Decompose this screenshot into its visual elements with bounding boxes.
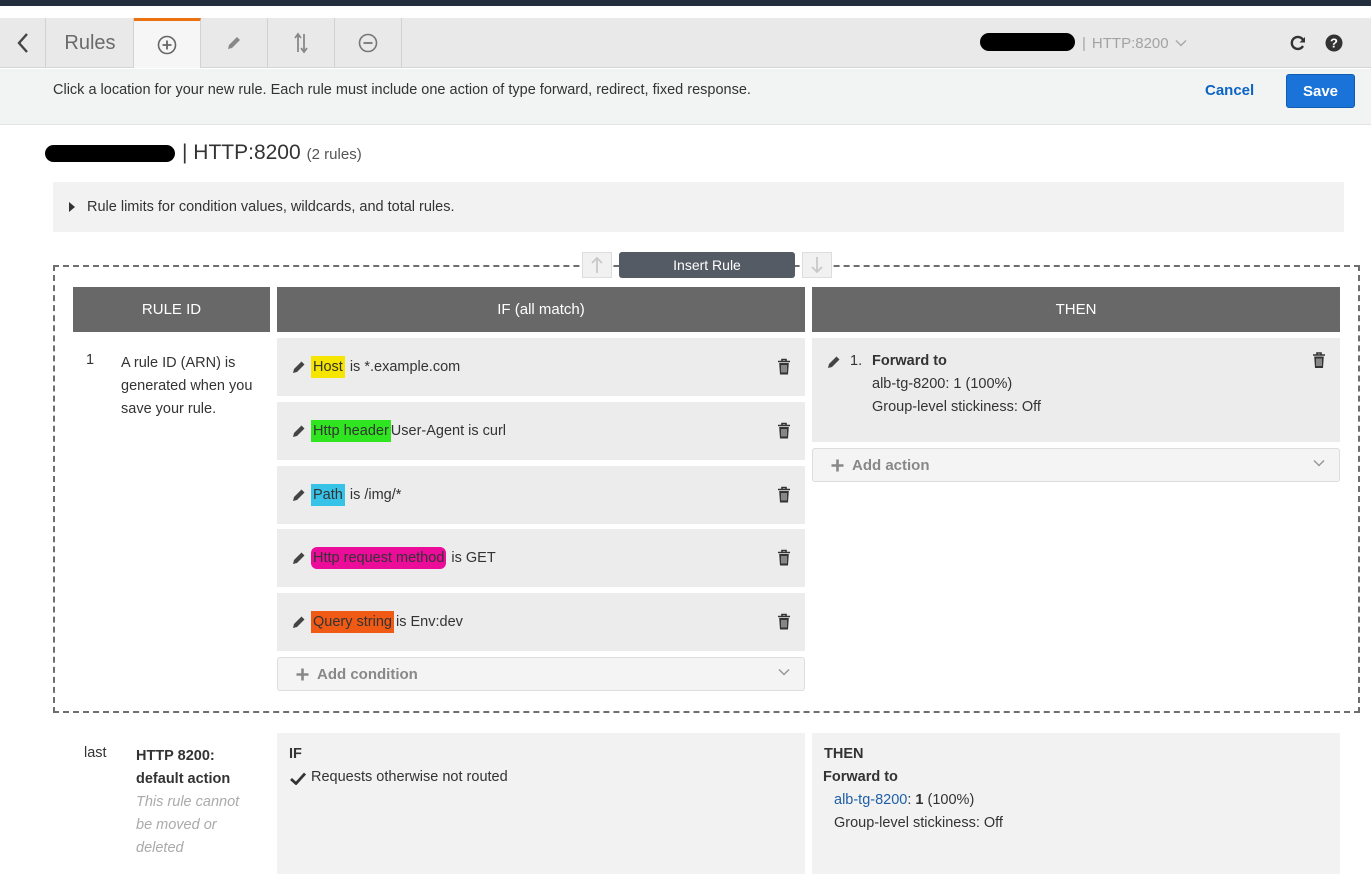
trash-icon[interactable] <box>777 549 791 567</box>
default-rule-label: last <box>84 745 107 761</box>
redacted-load-balancer-name <box>980 33 1075 51</box>
default-rule-then: THEN Forward to alb-tg-8200: 1 (100%) Gr… <box>812 733 1340 874</box>
back-button[interactable] <box>0 18 46 68</box>
condition-field: Http header <box>311 420 391 442</box>
default-then-target: alb-tg-8200: 1 (100%) <box>834 792 974 808</box>
condition-query-string[interactable]: Query string is Env:dev <box>277 593 805 651</box>
rule-count: (2 rules) <box>306 146 362 163</box>
chevron-down-icon <box>1175 39 1187 47</box>
column-header-rule-id: RULE ID <box>73 287 270 332</box>
default-if-heading: IF <box>289 746 302 762</box>
tab-edit-rules[interactable] <box>201 18 268 68</box>
plus-icon <box>831 459 844 471</box>
refresh-button[interactable] <box>1286 31 1310 55</box>
target-percent: (100%) <box>923 792 975 808</box>
tab-delete-rules[interactable] <box>335 18 402 68</box>
redacted-heading-name <box>45 145 175 162</box>
listener-selector-label: HTTP:8200 <box>1091 34 1169 52</box>
default-rule-if: IF Requests otherwise not routed <box>277 733 805 874</box>
trash-icon[interactable] <box>777 358 791 376</box>
add-action-dropdown[interactable]: Add action <box>812 448 1340 482</box>
pencil-icon <box>293 489 305 501</box>
toolbar-title: Rules <box>47 18 134 68</box>
pencil-icon <box>228 37 240 49</box>
condition-value: User-Agent is curl <box>390 423 507 439</box>
tab-add-rule[interactable] <box>134 18 201 68</box>
rule-limits-label: Rule limits for condition values, wildca… <box>87 199 455 215</box>
pencil-icon <box>293 552 305 564</box>
help-button[interactable]: ? <box>1322 31 1346 55</box>
add-circle-icon <box>157 35 177 54</box>
cancel-button[interactable]: Cancel <box>1205 82 1254 99</box>
rule-number: 1 <box>86 352 95 368</box>
insert-above-button[interactable] <box>582 252 612 278</box>
target-weight: 1 <box>915 792 924 808</box>
trash-icon[interactable] <box>777 613 791 631</box>
caret-right-icon <box>69 202 75 212</box>
default-then-heading: THEN <box>824 746 864 762</box>
condition-field: Host <box>311 356 345 378</box>
chevron-down-icon <box>778 668 790 676</box>
tab-reorder-rules[interactable] <box>268 18 335 68</box>
action-forward[interactable]: 1. Forward to alb-tg-8200: 1 (100%) Grou… <box>812 338 1340 442</box>
condition-http-request-method[interactable]: Http request method is GET <box>277 529 805 587</box>
listener-selector[interactable]: | HTTP:8200 <box>1082 18 1187 68</box>
rules-toolbar: Rules | HTTP:8200 ? <box>0 18 1371 68</box>
default-then-type: Forward to <box>823 769 898 785</box>
default-rule-note: This rule cannot be moved or deleted <box>136 794 240 856</box>
instruction-text: Click a location for your new rule. Each… <box>53 82 751 98</box>
condition-value: is Env:dev <box>395 614 463 630</box>
reorder-arrows-icon <box>294 32 308 54</box>
add-action-label: Add action <box>852 456 930 474</box>
default-rule-title: HTTP 8200: default action <box>136 748 231 787</box>
svg-text:?: ? <box>1330 36 1338 51</box>
condition-value: is GET <box>451 550 496 566</box>
help-icon: ? <box>1325 34 1343 52</box>
insert-rule-button[interactable]: Insert Rule <box>619 252 795 278</box>
pencil-icon <box>828 356 840 368</box>
refresh-icon <box>1290 35 1305 51</box>
rule-limits-expander[interactable]: Rule limits for condition values, wildca… <box>53 182 1344 232</box>
column-header-if: IF (all match) <box>277 287 805 332</box>
arrow-down-icon <box>811 257 823 274</box>
plus-icon <box>296 668 309 680</box>
action-index: 1. <box>850 353 863 369</box>
condition-value: is *.example.com <box>349 359 461 375</box>
action-type: Forward to <box>872 353 947 369</box>
condition-path[interactable]: Path is /img/* <box>277 466 805 524</box>
default-if-text: Requests otherwise not routed <box>311 769 508 785</box>
page-title: | HTTP:8200 (2 rules) <box>182 141 362 165</box>
insert-below-button[interactable] <box>802 252 832 278</box>
condition-host[interactable]: Host is *.example.com <box>277 338 805 396</box>
condition-field: Query string <box>311 611 394 633</box>
arrow-up-icon <box>591 256 603 273</box>
checkmark-icon <box>290 772 306 785</box>
trash-icon[interactable] <box>777 486 791 504</box>
add-condition-label: Add condition <box>317 665 418 683</box>
trash-icon[interactable] <box>777 422 791 440</box>
remove-circle-icon <box>358 33 378 53</box>
pencil-icon <box>293 425 305 437</box>
default-then-stickiness: Group-level stickiness: Off <box>834 815 1003 831</box>
save-button[interactable]: Save <box>1286 74 1355 108</box>
condition-http-header[interactable]: Http header User-Agent is curl <box>277 402 805 460</box>
chevron-left-icon <box>16 33 28 53</box>
add-condition-dropdown[interactable]: Add condition <box>277 657 805 691</box>
condition-field: Http request method <box>311 547 447 569</box>
chevron-down-icon <box>1313 459 1325 467</box>
listener-separator: | <box>1082 34 1086 52</box>
rule-id-note: A rule ID (ARN) is generated when you sa… <box>121 355 253 417</box>
target-group-link[interactable]: alb-tg-8200 <box>834 792 907 808</box>
trash-icon[interactable] <box>1312 352 1326 369</box>
condition-field: Path <box>311 484 345 506</box>
page-title-listener: | HTTP:8200 <box>182 141 301 164</box>
action-stickiness: Group-level stickiness: Off <box>872 399 1041 415</box>
top-nav-bar <box>0 0 1371 6</box>
instruction-bar: Click a location for your new rule. Each… <box>0 69 1371 125</box>
pencil-icon <box>293 361 305 373</box>
condition-value: is /img/* <box>349 487 402 503</box>
pencil-icon <box>293 616 305 628</box>
action-target: alb-tg-8200: 1 (100%) <box>872 376 1013 392</box>
column-header-then: THEN <box>812 287 1340 332</box>
